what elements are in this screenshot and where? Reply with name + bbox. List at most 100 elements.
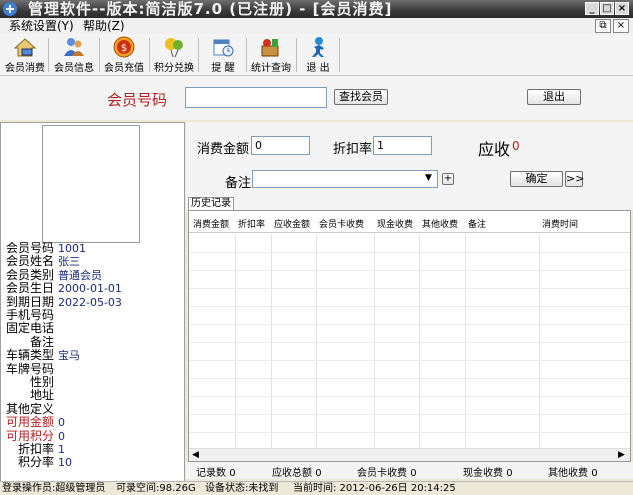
member-field-value: 1001 — [58, 242, 86, 255]
column-header[interactable]: 其他收费 — [422, 217, 458, 230]
toolbar-separator — [149, 38, 150, 72]
member-field-label: 车辆类型 — [6, 348, 55, 363]
member-field-value: 2000-01-01 — [58, 282, 122, 296]
status-bar: 登录操作员:超级管理员 可录空间:98.26G 设备状态:未找到 当前时间: 2… — [0, 481, 633, 494]
column-divider — [539, 234, 540, 448]
receivable-value: 0 — [512, 139, 520, 153]
menu-help[interactable]: 帮助(Z) — [80, 18, 128, 34]
toolbar-separator — [99, 38, 100, 72]
confirm-button[interactable]: 确定 — [510, 171, 563, 187]
toolbar-points-redeem[interactable]: 积分兑换 — [152, 36, 196, 74]
member-field-label: 积分率 — [18, 455, 55, 470]
member-field-value: 普通会员 — [58, 268, 102, 282]
row-divider — [189, 432, 630, 433]
status-operator: 登录操作员:超级管理员 — [2, 483, 106, 494]
member-field-value: 0 — [58, 416, 65, 430]
row-divider — [189, 414, 630, 415]
summary-receivable-total: 应收总额 0 — [272, 468, 322, 479]
toolbar-separator — [339, 38, 340, 72]
row-divider — [189, 378, 630, 379]
find-member-button[interactable]: 查找会员 — [334, 89, 388, 105]
summary-other-total: 其他收费 0 — [548, 468, 598, 479]
toolbar-reminder[interactable]: 提 醒 — [202, 36, 244, 74]
stats-icon — [259, 36, 283, 58]
coin-icon: $ — [112, 36, 136, 58]
status-device: 设备状态:未找到 — [205, 483, 279, 494]
row-divider — [189, 342, 630, 343]
scroll-right-icon[interactable]: ▶ — [618, 450, 625, 460]
member-field-value: 宝马 — [58, 349, 80, 363]
menu-system-settings[interactable]: 系统设置(Y) — [6, 18, 77, 34]
row-divider — [189, 270, 630, 271]
member-info-panel: 会员号码 1001 会员姓名 张三 会员类别 普通会员 会员生日 2000-01-01 到期日期… — [0, 122, 185, 482]
summary-bar: 记录数 0 应收总额 0 会员卡收费 0 现金收费 0 其他收费 0 — [186, 462, 633, 479]
chevron-down-icon: ▼ — [425, 173, 432, 183]
column-divider — [316, 234, 317, 448]
amount-input[interactable]: 0 — [251, 136, 310, 155]
title-bar: 管理软件--版本:简洁版7.0 (已注册) - [会员消费] _ □ × — [0, 0, 633, 18]
column-header[interactable]: 应收金额 — [274, 217, 310, 230]
calendar-clock-icon — [211, 36, 235, 58]
users-icon — [62, 36, 86, 58]
consume-form: 消费金额 0 折扣率 1 应收 0 备注 ▼ + 确定 >> — [186, 122, 633, 198]
discount-input[interactable]: 1 — [373, 136, 432, 155]
amount-label: 消费金额 — [197, 142, 250, 157]
app-icon — [2, 1, 18, 17]
summary-card-total: 会员卡收费 0 — [357, 468, 417, 479]
tab-history[interactable]: 历史记录 — [188, 197, 234, 210]
column-divider — [271, 234, 272, 448]
search-band: 会员号码 查找会员 退出 — [0, 76, 633, 120]
exit-button[interactable]: 退出 — [527, 89, 581, 105]
member-field-value: 1 — [58, 443, 65, 456]
member-field-value: 0 — [58, 429, 65, 443]
column-divider — [465, 234, 466, 448]
balloons-icon — [162, 36, 186, 58]
member-field-label: 固定电话 — [6, 321, 55, 336]
more-button[interactable]: >> — [565, 171, 584, 187]
scroll-left-icon[interactable]: ◀ — [192, 450, 199, 460]
member-field-label: 可用金额 — [6, 415, 55, 430]
remark-label: 备注 — [225, 176, 252, 191]
discount-label: 折扣率 — [333, 142, 373, 157]
row-divider — [189, 252, 630, 253]
house-card-icon — [13, 36, 37, 58]
column-header[interactable]: 消费时间 — [542, 217, 578, 230]
column-divider — [235, 234, 236, 448]
toolbar-member-consume[interactable]: 会员消费 — [4, 36, 46, 74]
row-divider — [189, 288, 630, 289]
toolbar-member-recharge[interactable]: $ 会员充值 — [102, 36, 146, 74]
mdi-restore-button[interactable]: ⧉ — [595, 19, 611, 33]
svg-text:$: $ — [121, 43, 127, 54]
column-divider — [374, 234, 375, 448]
add-remark-button[interactable]: + — [442, 173, 454, 185]
remark-combobox[interactable]: ▼ — [252, 170, 438, 188]
table-header: 消费金额 折扣率 应收金额 会员卡收费 现金收费 其他收费 备注 消费时间 — [189, 211, 630, 233]
table-body — [189, 234, 630, 448]
toolbar-member-info[interactable]: 会员信息 — [52, 36, 96, 74]
member-number-label: 会员号码 — [107, 91, 168, 109]
minimize-button[interactable]: _ — [585, 2, 599, 15]
member-field-value: 2022-05-03 — [58, 295, 122, 309]
toolbar-statistics[interactable]: 统计查询 — [249, 36, 293, 74]
row-divider — [189, 360, 630, 361]
horizontal-scrollbar[interactable]: ◀ ▶ — [189, 448, 630, 461]
column-header[interactable]: 消费金额 — [193, 217, 229, 230]
tab-strip — [186, 196, 633, 210]
history-table: 消费金额 折扣率 应收金额 会员卡收费 现金收费 其他收费 备注 消费时间 ◀ … — [188, 210, 631, 462]
maximize-button[interactable]: □ — [600, 2, 614, 15]
mdi-close-button[interactable]: × — [613, 19, 629, 33]
member-number-input[interactable] — [185, 87, 327, 108]
menu-bar: 系统设置(Y) 帮助(Z) ⧉ × — [0, 18, 633, 34]
row-divider — [189, 324, 630, 325]
summary-cash-total: 现金收费 0 — [463, 468, 513, 479]
exit-person-icon — [306, 36, 330, 58]
close-button[interactable]: × — [615, 2, 629, 15]
member-photo — [42, 125, 140, 243]
member-field-label: 会员生日 — [6, 281, 55, 296]
column-header[interactable]: 折扣率 — [238, 217, 265, 230]
column-header[interactable]: 备注 — [468, 217, 486, 230]
window-title: 管理软件--版本:简洁版7.0 (已注册) - [会员消费] — [28, 0, 393, 18]
toolbar-exit[interactable]: 退 出 — [298, 36, 338, 74]
column-header[interactable]: 会员卡收费 — [319, 217, 364, 230]
column-header[interactable]: 现金收费 — [377, 217, 413, 230]
